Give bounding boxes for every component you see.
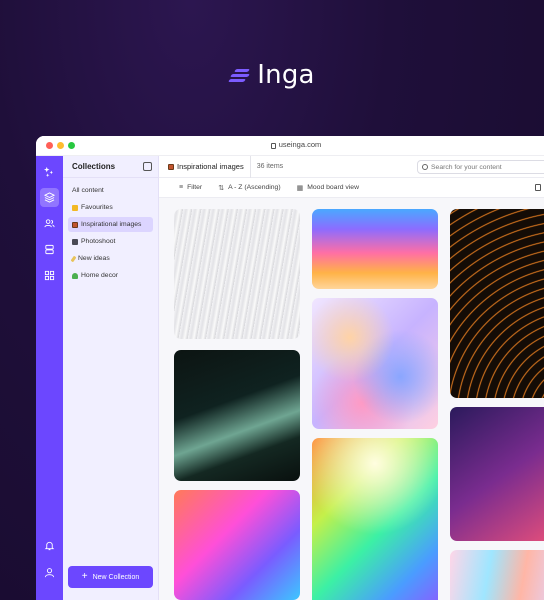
sidebar-item-inspirational-images[interactable]: Inspirational images — [68, 217, 153, 232]
sidebar-item-all-content[interactable]: All content — [68, 183, 153, 198]
purple-gradient-image[interactable] — [450, 407, 544, 541]
item-count: 36 items — [256, 163, 284, 170]
content-toolbar: ≡ Filter ⇅ A - Z (Ascending) ▦ Mood boar… — [159, 178, 544, 198]
database-icon[interactable] — [40, 240, 59, 259]
rainbow-gradient-image[interactable] — [312, 438, 438, 600]
search-icon — [422, 164, 428, 170]
pencil-icon — [70, 255, 77, 262]
main-content: Inspirational images 36 items Search for… — [159, 155, 544, 600]
document-icon[interactable] — [535, 184, 541, 191]
collections-sidebar: Collections All content Favourites Inspi… — [63, 156, 159, 600]
browser-window: useinga.com Collections All content Favo… — [36, 136, 544, 600]
sidebar-item-new-ideas[interactable]: New ideas — [68, 251, 153, 266]
search-input[interactable]: Search for your content — [417, 160, 544, 174]
sidebar-item-label: Photoshoot — [81, 238, 116, 245]
collapse-sidebar-icon[interactable] — [143, 162, 152, 171]
search-placeholder: Search for your content — [431, 163, 502, 171]
plus-icon: + — [81, 571, 88, 582]
picture-icon — [168, 163, 174, 170]
filter-button[interactable]: ≡ Filter — [179, 184, 202, 191]
icon-rail — [36, 156, 63, 600]
dark-green-fold-image[interactable] — [174, 350, 300, 481]
orange-lines-image[interactable] — [450, 209, 544, 398]
sidebar-item-favourites[interactable]: Favourites — [68, 200, 153, 215]
plant-icon — [72, 272, 78, 279]
brand-header: Inga — [0, 60, 544, 90]
browser-titlebar: useinga.com — [36, 136, 544, 156]
white-waves-image[interactable] — [174, 209, 300, 339]
content-header: Inspirational images 36 items Search for… — [159, 155, 544, 178]
url-bar[interactable]: useinga.com — [36, 140, 544, 149]
bell-icon[interactable] — [40, 536, 59, 555]
sidebar-item-label: Favourites — [81, 204, 113, 211]
picture-icon — [72, 221, 78, 228]
url-text: useinga.com — [278, 140, 322, 149]
grid-icon[interactable] — [40, 266, 59, 285]
sort-label: A - Z (Ascending) — [228, 184, 281, 191]
sidebar-title: Collections — [72, 162, 116, 171]
page-title: Inspirational images — [177, 162, 244, 171]
sort-button[interactable]: ⇅ A - Z (Ascending) — [218, 184, 280, 192]
sidebar-item-label: All content — [72, 187, 104, 194]
sparkles-icon[interactable] — [40, 162, 59, 181]
sidebar-item-label: New ideas — [78, 255, 110, 262]
iridescent-gradient-image[interactable] — [312, 209, 438, 289]
grid-view-icon: ▦ — [296, 184, 304, 192]
sidebar-item-home-decor[interactable]: Home decor — [68, 268, 153, 283]
neon-shapes-image[interactable] — [174, 490, 300, 600]
breadcrumb: Inspirational images — [168, 155, 251, 178]
pastel-marble-image[interactable] — [450, 550, 544, 600]
sidebar-item-label: Home decor — [81, 272, 119, 279]
view-mode-button[interactable]: ▦ Mood board view — [297, 184, 359, 192]
brand-name: Inga — [257, 60, 315, 90]
crown-icon — [72, 204, 78, 211]
sidebar-item-label: Inspirational images — [81, 221, 142, 228]
filter-label: Filter — [187, 184, 203, 191]
layers-icon[interactable] — [40, 188, 59, 207]
camera-icon — [72, 238, 78, 245]
users-icon[interactable] — [40, 214, 59, 233]
marble-swirl-image[interactable] — [312, 298, 438, 429]
stripes-logo-icon — [228, 65, 251, 85]
new-collection-label: New Collection — [92, 573, 140, 581]
filter-icon: ≡ — [179, 184, 184, 191]
sidebar-item-photoshoot[interactable]: Photoshoot — [68, 234, 153, 249]
sort-icon: ⇅ — [218, 184, 225, 192]
user-icon[interactable] — [40, 563, 59, 582]
new-collection-button[interactable]: + New Collection — [68, 566, 153, 588]
view-label: Mood board view — [307, 184, 359, 191]
lock-icon — [270, 142, 276, 149]
